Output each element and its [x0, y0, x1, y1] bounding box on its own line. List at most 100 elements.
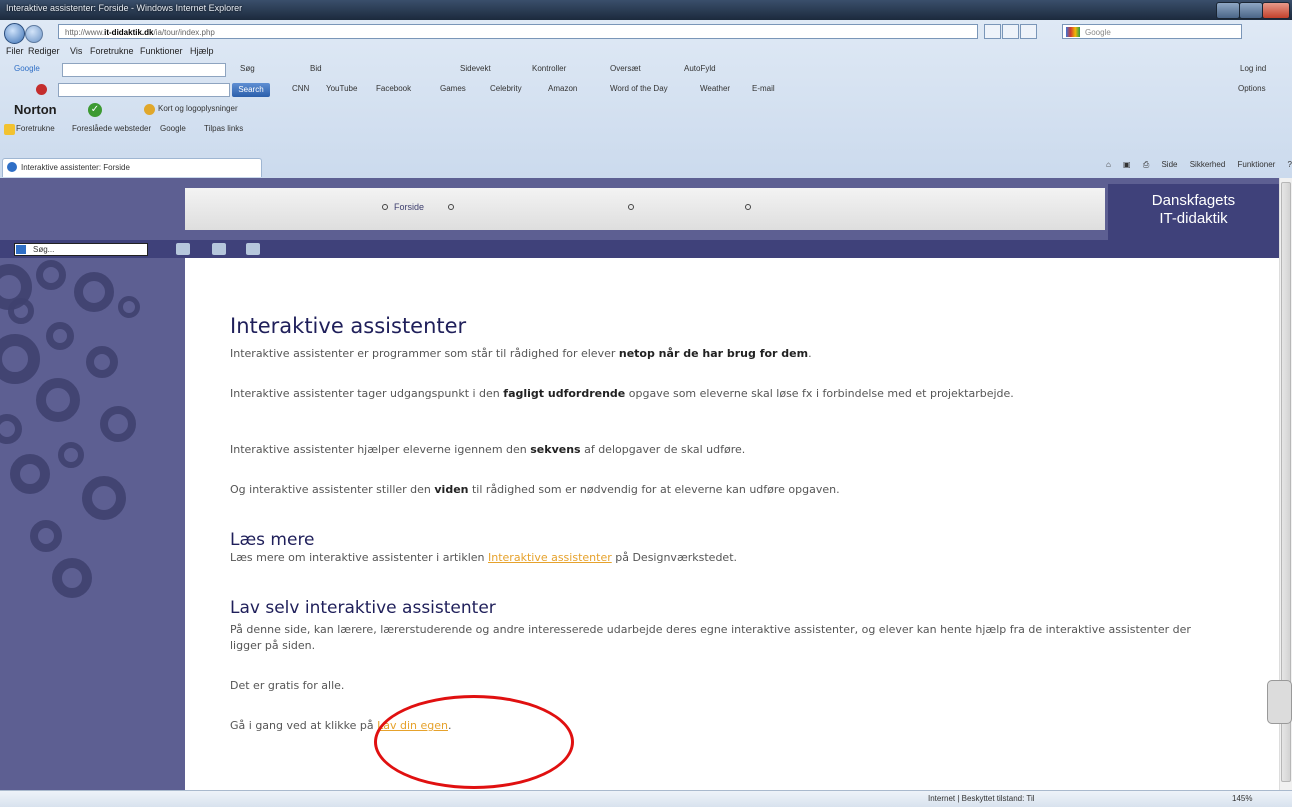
menu-view[interactable]: Vis	[70, 46, 82, 56]
help-icon[interactable]: ?	[1288, 160, 1292, 169]
close-window-button[interactable]	[1262, 2, 1290, 19]
norton-item[interactable]: Kort og logoplysninger	[158, 104, 238, 113]
google-signin-link[interactable]: Log ind	[1240, 64, 1266, 73]
google-item-bid[interactable]: Bid	[310, 64, 322, 73]
forward-button[interactable]	[25, 25, 43, 43]
sidebar-decoration	[0, 258, 185, 790]
ask-item-email[interactable]: E-mail	[752, 84, 775, 93]
cmd-safety[interactable]: Sikkerhed	[1190, 160, 1226, 169]
page-title: Interaktive assistenter	[230, 314, 467, 338]
google-item-kontroller[interactable]: Kontroller	[532, 64, 566, 73]
side-panel-handle[interactable]	[1267, 680, 1292, 724]
security-zone[interactable]: Internet | Beskyttet tilstand: Til	[928, 794, 1035, 803]
decor-ring	[8, 298, 34, 324]
site-search-input[interactable]: Søg...	[14, 243, 148, 256]
nav-bullet-icon	[382, 204, 388, 210]
make-paragraph-1: På denne side, kan lærere, lærerstuderen…	[230, 623, 1191, 652]
maximize-button[interactable]	[1239, 2, 1263, 19]
tab-forside[interactable]: Interaktive assistenter: Forside	[2, 158, 262, 177]
google-item-sidevekt[interactable]: Sidevekt	[460, 64, 491, 73]
nav-forside[interactable]: Forside	[394, 202, 424, 212]
stop-icon[interactable]	[1002, 24, 1019, 39]
web-search-placeholder: Google	[1085, 28, 1111, 37]
read-more-end: på Designværkstedet.	[611, 551, 738, 564]
decor-ring	[86, 346, 118, 378]
decor-ring	[10, 454, 50, 494]
fav-item-links[interactable]: Tilpas links	[204, 124, 243, 133]
intro-paragraph-4: Og interaktive assistenter stiller den v…	[230, 482, 1220, 498]
google-logo-icon	[1066, 27, 1080, 37]
menu-edit[interactable]: Rediger	[28, 46, 60, 56]
window-title-bar: Interaktive assistenter: Forside - Windo…	[0, 0, 1292, 20]
command-bar: ⌂ ▣ ⎙ Side Sikkerhed Funktioner ?	[1096, 160, 1292, 170]
google-search-button[interactable]: Søg	[240, 64, 255, 73]
decor-ring	[118, 296, 140, 318]
cmd-tools[interactable]: Funktioner	[1238, 160, 1276, 169]
ask-search-input[interactable]	[58, 83, 230, 97]
google-item-oversaet[interactable]: Oversæt	[610, 64, 641, 73]
p1-end: .	[808, 347, 812, 360]
section-heading-read-more: Læs mere	[230, 530, 315, 550]
web-search-input[interactable]: Google	[1062, 24, 1242, 39]
minimize-button[interactable]	[1216, 2, 1240, 19]
search-icon	[16, 245, 26, 254]
mail-icon[interactable]	[246, 243, 260, 255]
ask-item-games[interactable]: Games	[440, 84, 466, 93]
link-interaktive-assistenter[interactable]: Interaktive assistenter	[488, 551, 612, 564]
p3-text: Interaktive assistenter hjælper eleverne…	[230, 443, 531, 456]
favorites-button[interactable]: Foretrukne	[16, 124, 55, 133]
google-search-input[interactable]	[62, 63, 226, 77]
section-heading-make-your-own: Lav selv interaktive assistenter	[230, 598, 496, 618]
home-icon[interactable]: ⌂	[1106, 160, 1111, 169]
menu-file[interactable]: Filer	[6, 46, 24, 56]
google-toolbar: Google Søg Bid Sidevekt Kontroller Overs…	[0, 60, 1292, 80]
ask-item-celebrity[interactable]: Celebrity	[490, 84, 522, 93]
status-bar: Internet | Beskyttet tilstand: Til 145%	[0, 790, 1292, 807]
ask-item-weather[interactable]: Weather	[700, 84, 730, 93]
intro-paragraph-1: Interaktive assistenter er programmer so…	[230, 346, 1220, 362]
norton-brand[interactable]: Norton	[14, 102, 57, 117]
print-page-icon[interactable]	[212, 243, 226, 255]
ask-item-cnn[interactable]: CNN	[292, 84, 309, 93]
brand-line-1: Danskfagets	[1151, 192, 1236, 209]
refresh-icon[interactable]	[984, 24, 1001, 39]
cmd-page[interactable]: Side	[1161, 160, 1177, 169]
ask-options-button[interactable]: Options	[1238, 84, 1266, 93]
bookmark-icon[interactable]	[176, 243, 190, 255]
banner-nav-strip	[185, 188, 1105, 230]
ask-search-button[interactable]: Search	[232, 83, 270, 97]
back-button[interactable]	[4, 23, 25, 44]
print-icon[interactable]: ⎙	[1143, 160, 1149, 169]
fav-item-google[interactable]: Google	[160, 124, 186, 133]
zoom-level[interactable]: 145%	[1232, 794, 1252, 803]
decor-ring	[0, 414, 22, 444]
norton-toolbar: Norton ✓ Kort og logoplysninger	[0, 100, 1292, 120]
compat-view-icon[interactable]	[1020, 24, 1037, 39]
site-search-placeholder: Søg...	[33, 245, 55, 254]
google-toolbar-label: Google	[14, 64, 40, 73]
ask-item-word-of-the-day[interactable]: Word of the Day	[610, 84, 668, 93]
read-more-text: Læs mere om interaktive assistenter i ar…	[230, 551, 489, 564]
decor-ring	[82, 476, 126, 520]
ask-item-youtube[interactable]: YouTube	[326, 84, 357, 93]
menu-help[interactable]: Hjælp	[190, 46, 214, 56]
google-item-autofyld[interactable]: AutoFyld	[684, 64, 716, 73]
site-banner: Forside Danskfagets IT-didaktik	[0, 178, 1279, 240]
ask-item-amazon[interactable]: Amazon	[548, 84, 577, 93]
p2-text: Interaktive assistenter tager udgangspun…	[230, 387, 504, 400]
ask-logo-icon	[36, 84, 47, 95]
tab-row: Interaktive assistenter: Forside ⌂ ▣ ⎙ S…	[0, 156, 1292, 178]
address-input[interactable]: http://www.it-didaktik.dk/ia/tour/index.…	[58, 24, 978, 39]
p1-bold: netop når de har brug for dem	[618, 347, 809, 360]
menu-favorites[interactable]: Foretrukne	[90, 46, 134, 56]
p3-end: af delopgaver de skal udføre.	[580, 443, 746, 456]
decor-ring	[0, 334, 40, 384]
decor-ring	[46, 322, 74, 350]
ask-item-facebook[interactable]: Facebook	[376, 84, 411, 93]
fav-item-suggested[interactable]: Foreslåede websteder	[72, 124, 151, 133]
rss-icon[interactable]: ▣	[1123, 160, 1131, 169]
menu-tools[interactable]: Funktioner	[140, 46, 183, 56]
norton-check-icon[interactable]: ✓	[88, 103, 102, 117]
site-tool-row: Søg...	[0, 240, 1279, 258]
ie-page-icon	[7, 162, 17, 172]
